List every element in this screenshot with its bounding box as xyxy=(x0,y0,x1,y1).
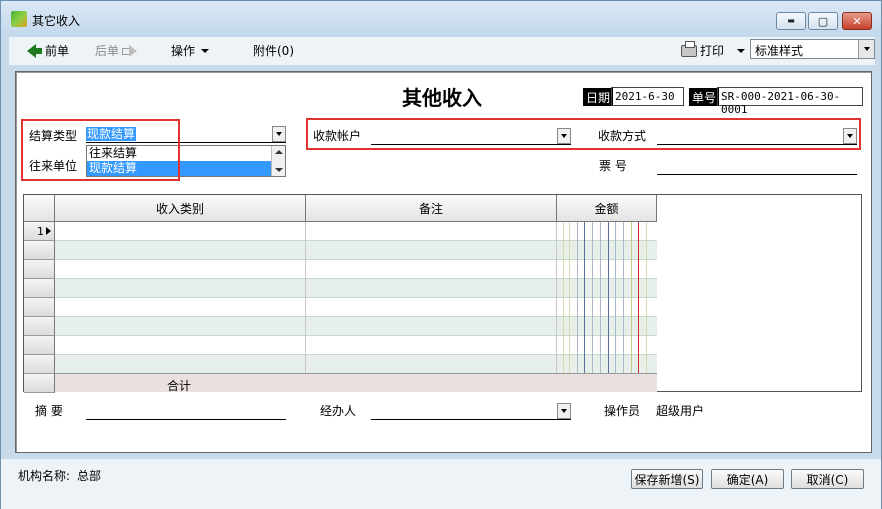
save-new-button[interactable]: 保存新增(S) xyxy=(631,469,703,489)
ticket-label: 票 号 xyxy=(599,159,627,173)
arrow-left-icon xyxy=(27,43,42,58)
dropdown-scrollbar[interactable] xyxy=(271,146,285,176)
operate-label: 操作 xyxy=(171,44,196,58)
total-row: 合计 xyxy=(24,373,657,393)
row-header[interactable] xyxy=(24,355,55,374)
org-label: 机构名称: xyxy=(18,469,71,483)
print-label: 打印 xyxy=(700,44,725,58)
prev-label: 前单 xyxy=(45,44,70,58)
amount-digit-lines xyxy=(557,222,657,392)
operator-value: 超级用户 xyxy=(656,404,705,418)
scroll-up-icon xyxy=(275,150,283,154)
highlight-box xyxy=(21,119,180,181)
row-header[interactable] xyxy=(24,336,55,355)
table-cell[interactable] xyxy=(55,317,306,336)
highlight-box xyxy=(306,118,861,150)
row-header[interactable] xyxy=(24,260,55,279)
table-cell[interactable] xyxy=(55,336,306,355)
row-header[interactable] xyxy=(24,298,55,317)
handler-select[interactable] xyxy=(371,402,571,420)
attachment-label: 附件(0) xyxy=(253,44,294,58)
row-header[interactable]: 1 xyxy=(24,222,55,241)
next-button[interactable]: 后单 xyxy=(95,42,138,59)
close-icon: ✕ xyxy=(852,14,862,28)
column-header[interactable]: 金额 xyxy=(557,195,657,222)
grid-corner xyxy=(24,195,55,222)
column-header[interactable]: 收入类别 xyxy=(55,195,306,222)
minimize-icon: ▬ xyxy=(787,16,795,25)
table-cell[interactable] xyxy=(306,279,557,298)
table-cell[interactable] xyxy=(306,260,557,279)
title-bar: 其它收入 ▬ ▢ ✕ xyxy=(1,1,881,37)
print-button[interactable]: 打印 xyxy=(681,40,746,59)
row-header[interactable] xyxy=(24,241,55,260)
operate-menu[interactable]: 操作 xyxy=(171,42,210,59)
total-label: 合计 xyxy=(167,379,192,393)
table-cell[interactable] xyxy=(306,222,557,241)
app-icon xyxy=(11,11,27,27)
print-style-value: 标准样式 xyxy=(755,44,804,58)
row-header[interactable] xyxy=(24,317,55,336)
summary-label: 摘 要 xyxy=(35,404,63,418)
page-title: 其他收入 xyxy=(402,86,482,110)
scroll-down-icon xyxy=(275,168,283,172)
prev-button[interactable]: 前单 xyxy=(27,42,69,59)
close-button[interactable]: ✕ xyxy=(842,12,872,30)
attachment-button[interactable]: 附件(0) xyxy=(253,42,294,59)
table-cell[interactable] xyxy=(306,355,557,374)
chevron-down-icon xyxy=(737,48,746,53)
print-style-select[interactable]: 标准样式 xyxy=(750,39,875,59)
row-header[interactable] xyxy=(24,279,55,298)
minimize-button[interactable]: ▬ xyxy=(776,12,806,30)
table-cell[interactable] xyxy=(55,241,306,260)
org-value: 总部 xyxy=(77,469,102,483)
handler-label: 经办人 xyxy=(320,404,357,418)
table-cell[interactable] xyxy=(306,317,557,336)
operator-label: 操作员 xyxy=(604,404,641,418)
table-cell[interactable] xyxy=(306,298,557,317)
table-cell[interactable] xyxy=(55,279,306,298)
printer-icon xyxy=(681,40,697,57)
form-panel: 其他收入 日期 2021-6-30 单号 SR-000-2021-06-30-0… xyxy=(15,71,872,453)
number-field[interactable]: SR-000-2021-06-30-0001 xyxy=(717,87,863,116)
number-label: 单号 xyxy=(689,88,720,106)
row-pointer-icon xyxy=(46,227,51,235)
table-cell[interactable] xyxy=(306,241,557,260)
maximize-icon: ▢ xyxy=(817,14,829,28)
date-field[interactable]: 2021-6-30 xyxy=(611,87,684,106)
row-number: 1 xyxy=(37,225,44,238)
ticket-field[interactable] xyxy=(657,157,857,175)
income-grid: 收入类别 备注 金额 1 合计 xyxy=(23,194,862,393)
chevron-down-icon xyxy=(201,48,210,53)
toolbar: 前单 后单 操作 附件(0) 打印 标准样式 xyxy=(9,37,875,65)
confirm-button[interactable]: 确定(A) xyxy=(711,469,784,489)
table-cell[interactable] xyxy=(55,260,306,279)
window: 其它收入 ▬ ▢ ✕ 前单 后单 操作 附件(0) 打印 标准样式 其他收入 日… xyxy=(0,0,882,509)
table-cell[interactable] xyxy=(55,298,306,317)
summary-field[interactable] xyxy=(86,402,286,420)
chevron-down-icon[interactable] xyxy=(557,403,571,419)
cancel-button[interactable]: 取消(C) xyxy=(791,469,864,489)
chevron-down-icon[interactable] xyxy=(272,126,286,142)
next-label: 后单 xyxy=(95,44,120,58)
date-label: 日期 xyxy=(583,88,614,106)
window-title: 其它收入 xyxy=(32,14,81,28)
maximize-button[interactable]: ▢ xyxy=(808,12,838,30)
row-header xyxy=(24,374,55,393)
table-cell[interactable] xyxy=(55,355,306,374)
chevron-down-icon xyxy=(858,40,874,58)
table-cell[interactable] xyxy=(55,222,306,241)
column-header[interactable]: 备注 xyxy=(306,195,557,222)
table-cell[interactable] xyxy=(306,336,557,355)
arrow-right-icon xyxy=(122,44,138,57)
